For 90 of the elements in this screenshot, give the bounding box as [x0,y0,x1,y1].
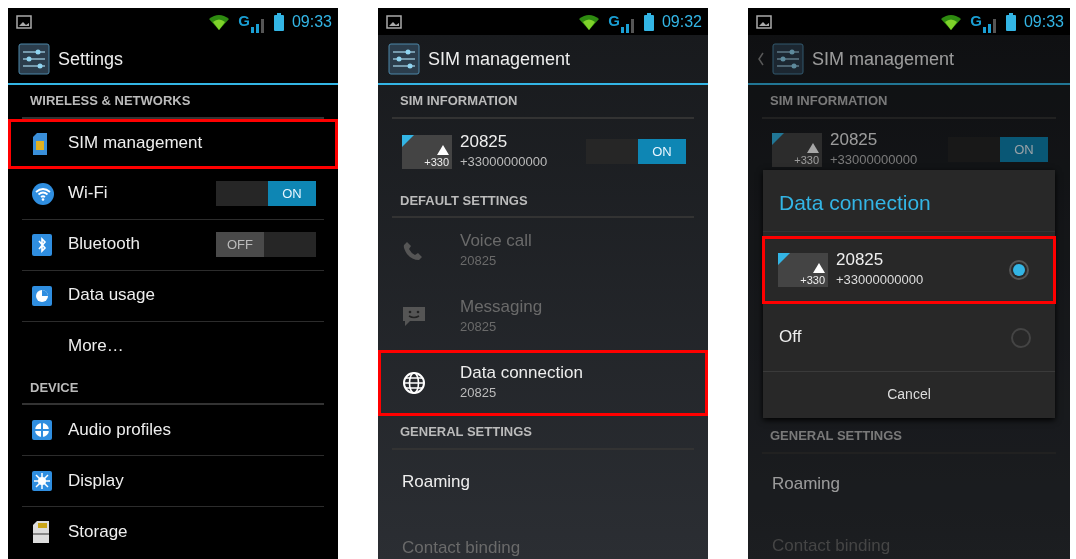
settings-app-icon [388,43,420,75]
screen-title: SIM management [428,47,571,71]
sim-badge: +330 [772,132,822,167]
signal-icon [981,16,998,33]
toggle-switch[interactable]: ON [216,181,316,206]
item-label: Contact binding [402,538,521,559]
bluetooth-icon [32,233,52,256]
settings-item[interactable]: Data usage [8,270,338,321]
item-label: SIM management [68,133,203,154]
cancel-button[interactable]: Cancel [763,372,1055,418]
settings-item[interactable]: Roaming [378,449,708,516]
up-caret-icon [758,52,764,66]
sim-badge: +330 [402,134,452,169]
section-header: WIRELESS & NETWORKS [22,85,324,119]
settings-app-icon [772,43,804,75]
globe-icon [402,371,426,395]
section-header: DEVICE [22,371,324,405]
section-header: SIM INFORMATION [762,85,1056,119]
settings-item[interactable]: Display [8,456,338,506]
wifi-icon [32,182,54,205]
option-label: 20825 [836,250,885,271]
item-label: Data usage [68,285,155,306]
section-header: GENERAL SETTINGS [392,416,694,450]
item-label: Audio profiles [68,419,171,441]
speech-bubble-icon [402,306,426,328]
item-label: Voice call [460,231,532,252]
item-label: 20825 [830,129,879,150]
item-label: Wi-Fi [68,183,108,204]
network-type: G [608,11,620,32]
dialog-option[interactable]: Off [763,304,1055,372]
battery-icon [1005,12,1016,31]
sd-card-icon [32,521,50,543]
screen-title: Settings [58,47,124,71]
settings-item[interactable]: Data connection 20825 [378,350,708,416]
section-header: DEFAULT SETTINGS [392,184,694,218]
clock-time: 09:32 [661,11,702,32]
settings-item[interactable]: Storage [8,507,338,557]
phone-icon [402,240,424,262]
picture-icon [756,14,772,29]
signal-icon [619,16,636,33]
clock-time: 09:33 [1023,11,1064,32]
item-summary: +33000000000 [830,150,918,169]
sim-badge: +330 [778,253,828,287]
settings-item[interactable]: +330 20825 +33000000000 ON [378,118,708,185]
section-header: GENERAL SETTINGS [762,420,1056,454]
settings-item[interactable]: More… [8,321,338,372]
battery-icon [273,12,284,31]
settings-item[interactable]: Audio profiles [8,405,338,455]
pie-chart-icon [32,285,52,306]
settings-item[interactable]: Bluetooth OFF [8,219,338,270]
wifi-icon [940,13,963,30]
battery-icon [643,12,654,31]
network-type: G [238,11,250,32]
screen-title: SIM management [812,47,955,71]
section-header: SIM INFORMATION [392,85,694,119]
item-label: Roaming [772,474,841,495]
item-label: 20825 [460,131,509,152]
option-summary: +33000000000 [836,271,924,290]
item-label: Roaming [402,472,471,493]
sun-icon [32,471,52,491]
settings-item[interactable]: Roaming [748,453,1070,516]
settings-app-icon [18,43,50,75]
circle-quadrants-icon [32,420,52,440]
wifi-icon [578,13,601,30]
signal-icon [249,16,266,33]
item-summary: 20825 [460,384,498,403]
option-label: Off [779,327,802,348]
dialog-title: Data connection [763,169,1055,232]
toggle-switch[interactable]: OFF [216,232,316,257]
clock-time: 09:33 [291,11,332,32]
item-label: Display [68,470,124,492]
network-type: G [970,11,982,32]
item-summary: 20825 [460,252,498,271]
sim-card-icon [32,132,48,155]
item-summary: 20825 [460,318,498,337]
picture-icon [386,14,402,29]
item-label: More… [68,336,124,357]
radio-button[interactable] [1009,260,1029,280]
picture-icon [16,14,32,29]
item-label: Data connection [460,363,583,384]
item-label: Messaging [460,297,543,318]
item-summary: +33000000000 [460,152,548,171]
settings-item[interactable]: Wi-Fi ON [8,168,338,219]
dialog-option[interactable]: +330 20825 +33000000000 [762,236,1056,304]
settings-item[interactable]: SIM management [8,118,338,169]
item-label: Bluetooth [68,234,140,255]
radio-button[interactable] [1011,327,1031,348]
toggle-switch[interactable]: ON [586,139,686,164]
item-label: Storage [68,521,128,543]
wifi-icon [208,13,231,30]
